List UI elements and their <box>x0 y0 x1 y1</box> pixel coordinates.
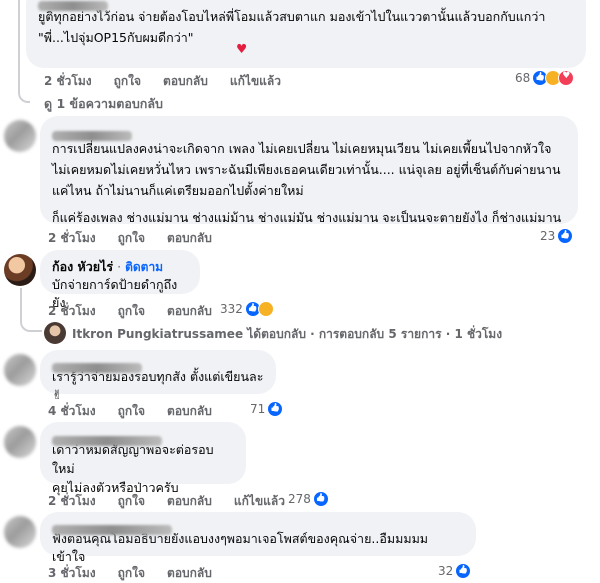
reply-button[interactable]: ตอบกลับ <box>167 402 212 421</box>
avatar[interactable] <box>4 254 36 286</box>
view-replies-link[interactable]: ดู 1 ข้อความตอบกลับ <box>44 94 163 114</box>
like-icon <box>312 491 329 507</box>
reaction-count: 278 <box>288 492 311 506</box>
timestamp[interactable]: 2 ชั่วโมง <box>48 229 96 248</box>
comment-text: ยูติทุกอย่างไว้ก่อน จ่ายต้องโอบไหล่พี่โอ… <box>38 9 546 45</box>
avatar[interactable] <box>4 354 36 386</box>
author-name-redacted[interactable] <box>52 435 162 446</box>
comment-actions: 2 ชั่วโมง ถูกใจ ตอบกลับ แก้ไขแล้ว <box>48 492 285 511</box>
comment-bubble: ฟังตอนคุณโอมอธิบายยังแอบงงๆพอมาเจอโพสต์ข… <box>40 512 476 564</box>
author-name-redacted[interactable] <box>52 130 132 141</box>
reaction-summary[interactable]: 278 <box>288 491 329 507</box>
author-name[interactable]: ก้อง หัวยไร่ <box>52 259 113 274</box>
like-button[interactable]: ถูกใจ <box>118 564 145 583</box>
reaction-count: 23 <box>540 229 556 243</box>
haha-icon <box>257 301 274 317</box>
like-icon <box>267 401 284 417</box>
reaction-summary[interactable]: 68 <box>515 70 575 86</box>
author-name-redacted[interactable] <box>52 362 142 373</box>
replier-avatar[interactable] <box>44 322 66 344</box>
love-icon <box>558 70 575 86</box>
edited-label: แก้ไขแล้ว <box>233 494 285 508</box>
author-name-redacted[interactable] <box>52 524 172 535</box>
reply-button[interactable]: ตอบกลับ <box>167 492 212 511</box>
like-icon <box>455 563 472 579</box>
thread-connector <box>18 0 30 103</box>
reaction-summary[interactable]: 32 <box>438 563 472 579</box>
comment-text-2: ก็แค่ร้องเพลง ช่างแม่มาน ช่างแม่ม้าน ช่า… <box>52 210 562 225</box>
thread-connector <box>20 288 42 332</box>
like-button[interactable]: ถูกใจ <box>118 229 145 248</box>
timestamp[interactable]: 2 ชั่วโมง <box>44 72 92 91</box>
reaction-count: 32 <box>438 564 454 578</box>
timestamp[interactable]: 4 ชั่วโมง <box>48 402 96 421</box>
edited-label: แก้ไขแล้ว <box>229 74 281 88</box>
reply-summary-link[interactable]: Itkron Pungkiatrussamee ได้ตอบกลับ · การ… <box>72 325 502 344</box>
comment-actions: 2 ชั่วโมง ถูกใจ ตอบกลับ แก้ไขแล้ว <box>44 72 281 91</box>
reply-button[interactable]: ตอบกลับ <box>167 302 212 321</box>
reaction-count: 332 <box>220 302 243 316</box>
comment-bubble: เรารู้ว่าจ่ายมองรอบทุกสัง ตั้งแต่เขียนละ… <box>40 350 276 402</box>
comment-bubble: ก้อง หัวยไร่ · ติดตาม บักจ่ายการ์ดป้ายดำ… <box>40 250 200 310</box>
timestamp[interactable]: 3 ชั่วโมง <box>48 564 96 583</box>
comment-actions: 3 ชั่วโมง ถูกใจ ตอบกลับ <box>48 564 212 583</box>
reply-button[interactable]: ตอบกลับ <box>167 229 212 248</box>
author-name-redacted[interactable] <box>38 0 108 11</box>
avatar[interactable] <box>4 120 36 152</box>
comment-actions: 4 ชั่วโมง ถูกใจ ตอบกลับ <box>48 402 212 421</box>
like-button[interactable]: ถูกใจ <box>114 72 141 91</box>
reply-button[interactable]: ตอบกลับ <box>167 564 212 583</box>
comment-text: เรารู้ว่าจ่ายมองรอบทุกสัง ตั้งแต่เขียนละ… <box>52 369 264 402</box>
timestamp[interactable]: 2 ชั่วโมง <box>48 302 96 321</box>
reply-button[interactable]: ตอบกลับ <box>163 72 208 91</box>
reaction-summary[interactable]: 23 <box>540 228 574 244</box>
comment-bubble: การเปลี่ยนแปลงคงน่าจะเกิดจาก เพลง ไม่เคย… <box>40 116 578 225</box>
comment-bubble: เดาว่าหมดสัญญาพอจะต่อรอบใหม่ คุยไม่ลงตัว… <box>40 422 246 495</box>
follow-button[interactable]: ติดตาม <box>125 260 163 274</box>
heart-emoji: ♥ <box>236 41 248 56</box>
reaction-count: 71 <box>250 402 266 416</box>
reaction-count: 68 <box>515 71 531 85</box>
timestamp[interactable]: 2 ชั่วโมง <box>48 492 96 511</box>
comment-text: ฟังตอนคุณโอมอธิบายยังแอบงงๆพอมาเจอโพสต์ข… <box>52 531 429 564</box>
like-icon <box>557 228 574 244</box>
avatar[interactable] <box>4 426 36 458</box>
like-button[interactable]: ถูกใจ <box>118 402 145 421</box>
comment-actions: 2 ชั่วโมง ถูกใจ ตอบกลับ <box>48 302 212 321</box>
reaction-summary[interactable]: 332 <box>220 301 274 317</box>
comment-text: การเปลี่ยนแปลงคงน่าจะเกิดจาก เพลง ไม่เคย… <box>52 141 561 198</box>
comment-actions: 2 ชั่วโมง ถูกใจ ตอบกลับ <box>48 229 212 248</box>
avatar[interactable] <box>4 516 36 548</box>
reaction-summary[interactable]: 71 <box>250 401 284 417</box>
like-button[interactable]: ถูกใจ <box>118 302 145 321</box>
like-button[interactable]: ถูกใจ <box>118 492 145 511</box>
comment-bubble: ยูติทุกอย่างไว้ก่อน จ่ายต้องโอบไหล่พี่โอ… <box>26 0 586 68</box>
comment-text: เดาว่าหมดสัญญาพอจะต่อรอบใหม่ คุยไม่ลงตัว… <box>52 442 214 495</box>
